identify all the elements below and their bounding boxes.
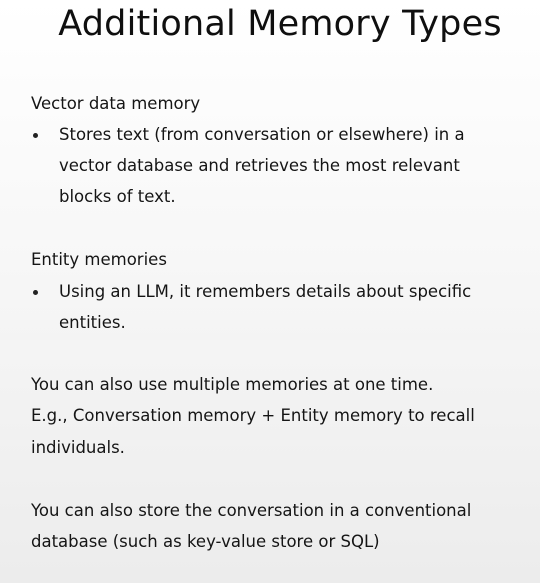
multiple-memories-line: You can also use multiple memories at on… xyxy=(31,375,434,394)
multiple-memories-line: E.g., Conversation memory + Entity memor… xyxy=(31,406,475,425)
vector-memory-bullet-line: blocks of text. xyxy=(59,187,176,206)
bullet-point xyxy=(33,133,38,138)
conversation-storage-line: database (such as key-value store or SQL… xyxy=(31,532,380,551)
vector-memory-heading: Vector data memory xyxy=(31,94,201,113)
slide: Additional Memory Types Vector data memo… xyxy=(0,0,540,583)
slide-title: Additional Memory Types xyxy=(58,4,502,44)
entity-memory-bullet-line: Using an LLM, it remembers details about… xyxy=(59,282,472,301)
entity-memory-heading: Entity memories xyxy=(31,250,167,269)
vector-memory-bullet-line: Stores text (from conversation or elsewh… xyxy=(59,125,465,144)
conversation-storage-line: You can also store the conversation in a… xyxy=(31,501,472,520)
bullet-point xyxy=(33,290,38,295)
entity-memory-bullet-line: entities. xyxy=(59,313,126,332)
multiple-memories-line: individuals. xyxy=(31,438,125,457)
vector-memory-bullet-line: vector database and retrieves the most r… xyxy=(59,156,460,175)
